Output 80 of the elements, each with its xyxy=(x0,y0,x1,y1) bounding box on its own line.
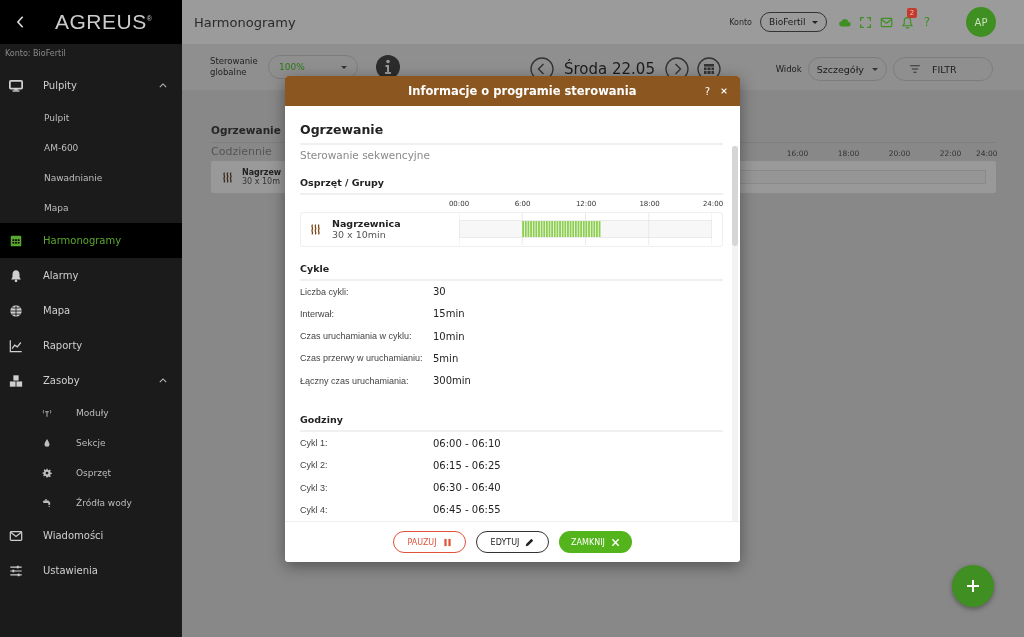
field-label: Interwał: xyxy=(300,308,335,319)
nav-subitem[interactable]: Nawadnianie xyxy=(0,163,182,193)
field-value: 15min xyxy=(433,308,465,320)
nav-item[interactable]: Alarmy xyxy=(0,258,182,293)
close-icon xyxy=(610,537,620,547)
sliders-icon xyxy=(9,563,23,578)
boxes-icon xyxy=(9,373,23,388)
monitor-icon xyxy=(9,78,23,93)
field-value: 5min xyxy=(433,353,459,364)
scrollbar[interactable] xyxy=(732,146,738,521)
program-name: Ogrzewanie xyxy=(300,122,723,145)
view-label: Widok xyxy=(775,64,802,74)
nav-item[interactable]: Pulpity xyxy=(0,68,182,103)
field-label: Liczba cykli: xyxy=(300,286,350,297)
schedule-title: Ogrzewanie xyxy=(211,124,281,136)
antenna-icon xyxy=(42,408,52,418)
envelope-icon xyxy=(9,528,23,543)
page-title: Harmonogramy xyxy=(194,14,297,30)
field-value: 06:30 - 06:40 xyxy=(433,482,501,494)
section-heading: Godziny xyxy=(300,413,723,432)
pause-icon xyxy=(442,537,452,547)
nav-item[interactable]: Ustawienia xyxy=(0,553,182,588)
field-label: Cykl 2: xyxy=(300,460,329,471)
device-summary: 30 x 10m xyxy=(242,177,280,186)
nav-item[interactable]: Mapa xyxy=(0,293,182,328)
nav-subitem[interactable]: Moduły xyxy=(0,398,182,428)
calendar-icon xyxy=(9,233,23,248)
gear-icon xyxy=(42,468,52,478)
drop-icon xyxy=(42,438,52,448)
caret-icon xyxy=(872,67,878,71)
faucet-icon xyxy=(42,498,52,508)
heat-waves-icon xyxy=(309,222,322,236)
filter-icon xyxy=(910,65,920,73)
pencil-icon xyxy=(525,537,535,547)
field-value: 10min xyxy=(433,330,465,342)
field-value: 06:00 - 06:10 xyxy=(433,437,501,449)
field-value: 06:15 - 06:25 xyxy=(433,459,501,471)
device-summary: 30 x 10min xyxy=(332,229,387,241)
pause-button[interactable]: PAUZUJ xyxy=(393,531,466,553)
nav-item[interactable]: Zasoby xyxy=(0,363,182,398)
account-label: Konto xyxy=(729,17,752,27)
nav-subitem[interactable]: Pulpit xyxy=(0,103,182,133)
field-label: Łączny czas uruchamiania: xyxy=(300,375,410,386)
dialog-title: Informacje o programie sterowania xyxy=(408,84,638,98)
nav-subitem[interactable]: Sekcje xyxy=(0,428,182,458)
chart-icon xyxy=(9,338,23,353)
caret-icon xyxy=(341,65,347,69)
help-link[interactable]: ? xyxy=(704,85,710,97)
globe-icon xyxy=(9,303,23,318)
caret-icon xyxy=(811,20,818,24)
nav-item[interactable]: Wiadomości xyxy=(0,518,182,553)
field-label: Cykl 4: xyxy=(300,504,329,515)
section-heading: Osprzęt / Grupy xyxy=(300,177,723,195)
device-name: Nagrzewnica xyxy=(332,218,401,230)
control-mode: Sterowanie sekwencyjne xyxy=(300,149,430,161)
nav-subitem[interactable]: Źródła wody xyxy=(0,488,182,518)
add-icon xyxy=(965,578,981,594)
field-label: Cykl 3: xyxy=(300,482,329,493)
account-label: Konto: BioFertil xyxy=(4,48,66,58)
add-button[interactable] xyxy=(952,565,994,607)
section-heading: Cykle xyxy=(300,262,723,281)
field-value: 30 xyxy=(433,286,446,298)
current-date: Środa 22.05 xyxy=(564,60,655,78)
field-value: 06:45 - 06:55 xyxy=(433,504,501,516)
heat-waves-icon xyxy=(221,170,234,184)
device-name: Nagrzew xyxy=(242,168,282,177)
field-label: Czas uruchamiania w cyklu: xyxy=(300,331,413,342)
nav-item[interactable]: Harmonogramy xyxy=(0,223,182,258)
edit-button[interactable]: EDYTUJ xyxy=(476,531,549,553)
nav-subitem[interactable]: AM-600 xyxy=(0,133,182,163)
field-label: Czas przerwy w uruchamianiu: xyxy=(300,353,424,364)
field-value: 300min xyxy=(433,375,471,387)
close-icon[interactable] xyxy=(720,87,728,95)
field-label: Cykl 1: xyxy=(300,438,329,449)
bell-icon xyxy=(9,268,23,283)
nav-item[interactable]: Raporty xyxy=(0,328,182,363)
nav-subitem[interactable]: Osprzęt xyxy=(0,458,182,488)
logo: AGREUS$^{®}$ xyxy=(55,10,153,34)
nav-subitem[interactable]: Mapa xyxy=(0,193,182,223)
global-control-label: Sterowanie globalne xyxy=(210,56,259,78)
